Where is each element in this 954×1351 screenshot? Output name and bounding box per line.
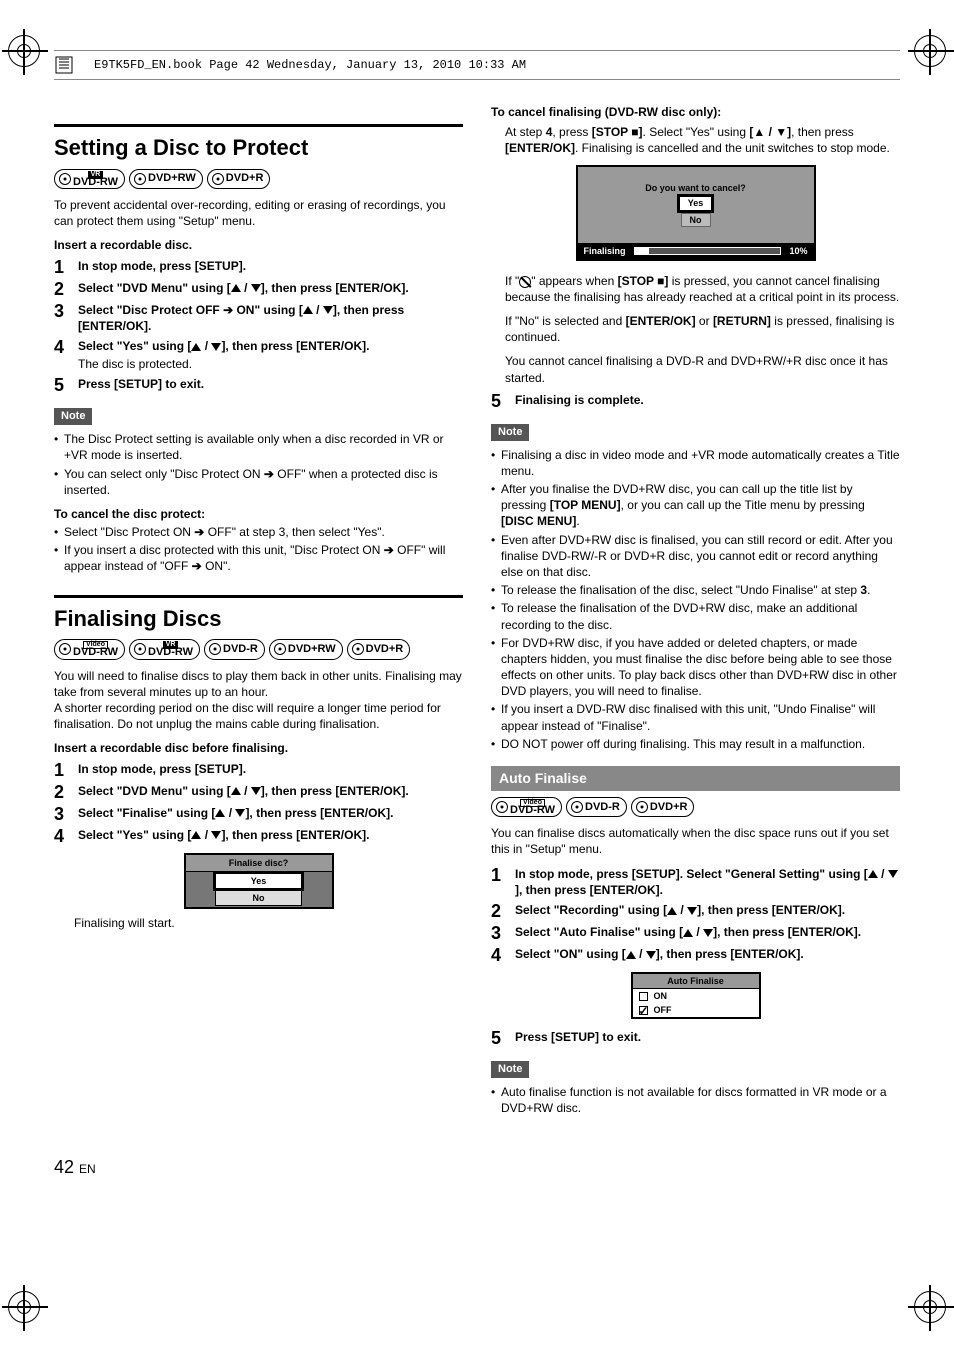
- section-title-protect: Setting a Disc to Protect: [54, 124, 463, 163]
- checkbox-icon: [639, 992, 648, 1001]
- progress-bar: [634, 247, 782, 255]
- cancel-protect-bullets: Select "Disc Protect ON ➔ OFF" at step 3…: [54, 524, 463, 575]
- disc-badges-protect: VRDVD-RW DVD+RW DVD+R: [54, 169, 463, 189]
- page-number: 42 EN: [54, 1155, 900, 1179]
- note-bullets-3: Auto finalise function is not available …: [491, 1084, 900, 1116]
- insert-before-finalising: Insert a recordable disc before finalisi…: [54, 740, 463, 756]
- cancel-yes: Yes: [679, 196, 713, 210]
- book-icon: [54, 54, 76, 76]
- section-title-finalising: Finalising Discs: [54, 595, 463, 634]
- auto-finalise-heading: Auto Finalise: [491, 766, 900, 791]
- cancel-finalising-heading: To cancel finalising (DVD-RW disc only):: [491, 104, 900, 120]
- checkbox-icon: [639, 1006, 648, 1015]
- prohibit-icon: [519, 276, 531, 288]
- insert-instruction: Insert a recordable disc.: [54, 237, 463, 253]
- cancel-finalising-p3: If "No" is selected and [ENTER/OK] or [R…: [505, 313, 900, 345]
- cancel-finalising-p2: If "" appears when [STOP ■] is pressed, …: [505, 273, 900, 305]
- left-column: Setting a Disc to Protect VRDVD-RW DVD+R…: [54, 104, 463, 1125]
- steps-protect: 1 In stop mode, press [SETUP].2 Select "…: [54, 258, 463, 395]
- note-bullets-2: Finalising a disc in video mode and +VR …: [491, 447, 900, 752]
- finalise-dialog: Finalise disc? Yes No: [184, 853, 334, 909]
- cancel-no: No: [681, 213, 711, 227]
- note-label-3: Note: [491, 1061, 529, 1078]
- cancel-protect-heading: To cancel the disc protect:: [54, 506, 463, 522]
- dialog-yes: Yes: [215, 873, 303, 889]
- steps-finalising: 1 In stop mode, press [SETUP].2 Select "…: [54, 761, 463, 845]
- note-label-2: Note: [491, 424, 529, 441]
- dialog-no: No: [215, 890, 303, 906]
- finalising-intro: You will need to finalise discs to play …: [54, 668, 463, 733]
- auto-finalise-steps: 1 In stop mode, press [SETUP]. Select "G…: [491, 866, 900, 964]
- auto-finalise-dialog: Auto Finalise ON OFF: [631, 972, 761, 1019]
- disc-badges-finalising: VideoDVD-RW VRDVD-RW DVD-R DVD+RW DVD+R: [54, 639, 463, 659]
- note-bullets-1: The Disc Protect setting is available on…: [54, 431, 463, 498]
- finalising-start-text: Finalising will start.: [74, 915, 463, 931]
- auto-finalise-intro: You can finalise discs automatically whe…: [491, 825, 900, 857]
- intro-text: To prevent accidental over-recording, ed…: [54, 197, 463, 229]
- header-text: E9TK5FD_EN.book Page 42 Wednesday, Janua…: [94, 57, 526, 73]
- cancel-finalising-p1: At step 4, press [STOP ■]. Select "Yes" …: [505, 124, 900, 156]
- cancel-finalising-p4: You cannot cancel finalising a DVD-R and…: [505, 353, 900, 385]
- disc-badges-auto: VideoDVD-RW DVD-R DVD+R: [491, 797, 900, 817]
- note-label: Note: [54, 408, 92, 425]
- print-header: E9TK5FD_EN.book Page 42 Wednesday, Janua…: [54, 50, 900, 80]
- cancel-dialog: Do you want to cancel? Yes No Finalising…: [576, 165, 816, 261]
- right-column: To cancel finalising (DVD-RW disc only):…: [491, 104, 900, 1125]
